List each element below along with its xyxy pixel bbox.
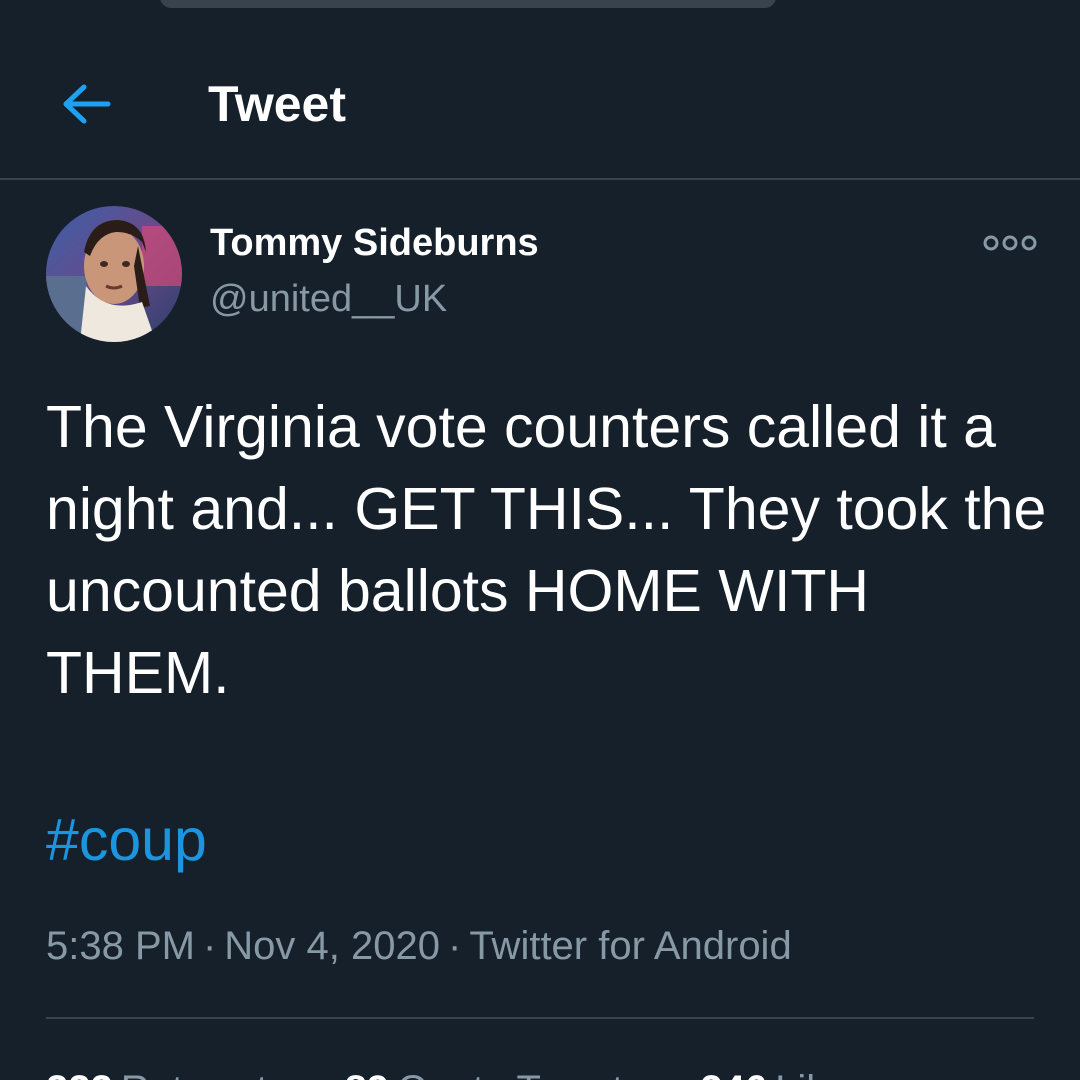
retweets-stat[interactable]: 222 Retweets — [46, 1068, 288, 1080]
quote-tweets-count: 89 — [345, 1068, 390, 1080]
author-name[interactable]: Tommy Sideburns — [210, 220, 539, 266]
quote-tweets-stat[interactable]: 89 Quote Tweets — [345, 1068, 644, 1080]
arrow-left-icon — [63, 84, 111, 124]
retweets-label: Retweets — [121, 1068, 288, 1080]
more-options-icon — [983, 235, 1037, 251]
tweet-date: Nov 4, 2020 — [224, 924, 440, 968]
header-divider — [0, 178, 1080, 180]
tweet-metadata: 5:38 PM · Nov 4, 2020 · Twitter for Android — [46, 920, 792, 972]
likes-label: Likes — [775, 1068, 868, 1080]
header: Tweet — [0, 24, 1080, 179]
avatar-image — [46, 206, 182, 342]
hashtag-link[interactable]: #coup — [46, 800, 207, 880]
tweet-source[interactable]: Twitter for Android — [469, 924, 791, 968]
meta-separator: · — [448, 924, 462, 968]
back-button[interactable] — [56, 78, 116, 130]
likes-stat[interactable]: 346 Likes — [700, 1068, 868, 1080]
engagement-stats: 222 Retweets 89 Quote Tweets 346 Likes — [46, 1064, 914, 1080]
meta-divider — [46, 1017, 1034, 1019]
top-search-pill — [160, 0, 776, 8]
page-title: Tweet — [208, 76, 346, 132]
quote-tweets-label: Quote Tweets — [397, 1068, 643, 1080]
likes-count: 346 — [700, 1068, 767, 1080]
tweet-text: The Virginia vote counters called it a n… — [46, 394, 1047, 706]
author-handle[interactable]: @united__UK — [210, 276, 447, 322]
retweets-count: 222 — [46, 1068, 113, 1080]
tweet-time: 5:38 PM — [46, 924, 195, 968]
more-options-button[interactable] — [982, 228, 1038, 258]
avatar[interactable] — [46, 206, 182, 342]
meta-separator: · — [202, 924, 217, 968]
